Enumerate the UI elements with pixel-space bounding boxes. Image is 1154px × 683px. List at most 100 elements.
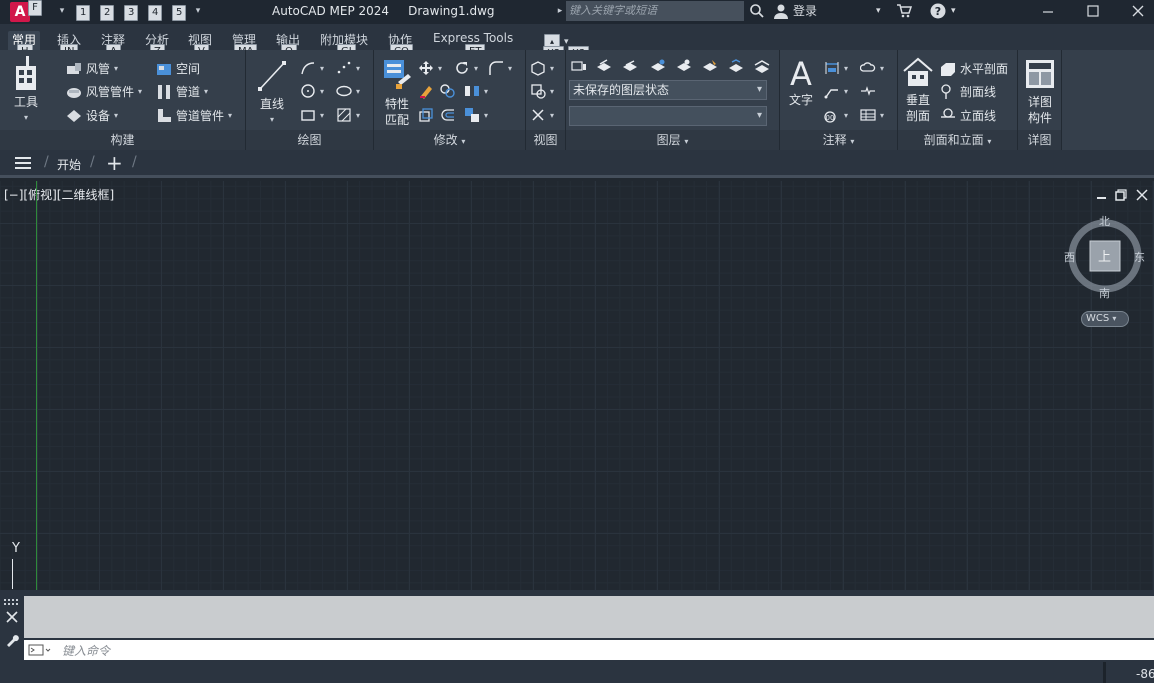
rotate-dropdown-icon[interactable]: ▾: [474, 64, 478, 73]
duct-fitting-button[interactable]: 风管管件 ▾: [66, 83, 142, 100]
rectangle-dropdown-icon[interactable]: ▾: [320, 111, 324, 120]
view-orbit-dropdown-icon[interactable]: ▾: [550, 87, 554, 96]
hatch-button[interactable]: ▾: [336, 107, 360, 123]
hamburger-menu-icon[interactable]: [14, 155, 32, 174]
break-line-button[interactable]: [860, 83, 876, 99]
erase-button[interactable]: [418, 83, 434, 99]
polyline-button[interactable]: ▾: [300, 60, 324, 76]
array-dropdown-icon[interactable]: ▾: [484, 111, 488, 120]
vertical-section-button[interactable]: 垂直 剖面: [900, 56, 936, 124]
viewport-close-icon[interactable]: [1136, 189, 1148, 204]
panel-detail-label[interactable]: 详图: [1018, 130, 1061, 150]
revision-cloud-button[interactable]: ▾: [860, 60, 884, 76]
equipment-dropdown-icon[interactable]: ▾: [114, 111, 118, 120]
equipment-button[interactable]: 设备 ▾: [66, 107, 118, 124]
compass-west[interactable]: 西: [1064, 249, 1075, 265]
scale-button[interactable]: [418, 107, 434, 123]
drawing-canvas[interactable]: [−][俯视][二维线框] 北 南 东 西 上 WCS ▾ Y: [0, 181, 1154, 590]
line-button[interactable]: 直线 ▾: [256, 58, 288, 128]
circle-dropdown-icon[interactable]: ▾: [320, 87, 324, 96]
wrench-icon[interactable]: [5, 633, 19, 647]
point-button[interactable]: ▾: [336, 60, 360, 76]
view-pan-button[interactable]: ▾: [530, 107, 554, 123]
viewport-controls-label[interactable]: [−][俯视][二维线框]: [4, 186, 114, 203]
layer-properties-button[interactable]: [571, 58, 587, 74]
qat-customize-icon[interactable]: ▾: [190, 3, 206, 19]
panel-draw-label[interactable]: 绘图: [246, 130, 373, 150]
circle-button[interactable]: ▾: [300, 83, 324, 99]
layer-tool-7[interactable]: [754, 58, 770, 74]
ellipse-dropdown-icon[interactable]: ▾: [356, 87, 360, 96]
view-box-dropdown-icon[interactable]: ▾: [550, 64, 554, 73]
ellipse-button[interactable]: ▾: [336, 83, 360, 99]
leader-dropdown-icon[interactable]: ▾: [844, 87, 848, 96]
panel-annotation-label[interactable]: 注释 ▾: [780, 130, 897, 150]
layer-tool-3[interactable]: [650, 58, 666, 74]
dimension-button[interactable]: ▾: [824, 60, 848, 76]
tag-dropdown-icon[interactable]: ▾: [844, 111, 848, 120]
offset-button[interactable]: [440, 107, 456, 123]
line-dropdown-icon[interactable]: ▾: [256, 112, 288, 128]
fillet-button[interactable]: ▾: [488, 60, 512, 76]
duct-button[interactable]: 风管 ▾: [66, 60, 118, 77]
compass-east[interactable]: 东: [1134, 249, 1145, 265]
polyline-dropdown-icon[interactable]: ▾: [320, 64, 324, 73]
command-prompt-icon[interactable]: [28, 643, 52, 660]
hatch-dropdown-icon[interactable]: ▾: [356, 111, 360, 120]
tools-dropdown-icon[interactable]: ▾: [6, 110, 46, 126]
compass-south[interactable]: 南: [1099, 285, 1110, 301]
command-close-icon[interactable]: [6, 611, 18, 623]
copy-button[interactable]: [440, 83, 456, 99]
section-line-button[interactable]: 剖面线: [940, 83, 996, 100]
view-box-button[interactable]: ▾: [530, 60, 554, 76]
grip-icon[interactable]: [3, 598, 23, 606]
duct-fitting-dropdown-icon[interactable]: ▾: [138, 87, 142, 96]
table-dropdown-icon[interactable]: ▾: [880, 111, 884, 120]
compass-north[interactable]: 北: [1099, 213, 1110, 229]
layer-tool-6[interactable]: [728, 58, 744, 74]
search-icon[interactable]: [749, 3, 765, 24]
pipe-fitting-dropdown-icon[interactable]: ▾: [228, 111, 232, 120]
dimension-dropdown-icon[interactable]: ▾: [844, 64, 848, 73]
viewcube[interactable]: 北 南 东 西 上 WCS ▾: [1062, 211, 1152, 331]
start-tab[interactable]: 开始: [57, 156, 81, 173]
wcs-dropdown-icon[interactable]: ▾: [1112, 314, 1116, 323]
pipe-fitting-button[interactable]: 管道管件 ▾: [156, 107, 232, 124]
tab-express-tools[interactable]: Express Tools: [433, 31, 513, 45]
viewport-minimize-icon[interactable]: [1096, 189, 1108, 204]
space-button[interactable]: 空间: [156, 60, 200, 77]
layer-tool-5[interactable]: [702, 58, 718, 74]
leader-button[interactable]: ▾: [824, 83, 848, 99]
new-tab-button[interactable]: +: [106, 151, 123, 175]
array-button[interactable]: ▾: [464, 107, 488, 123]
rotate-button[interactable]: ▾: [454, 60, 478, 76]
cart-icon[interactable]: [896, 3, 913, 24]
move-button[interactable]: ▾: [418, 60, 442, 76]
text-button[interactable]: A 文字: [786, 56, 816, 108]
wcs-menu[interactable]: WCS ▾: [1081, 311, 1129, 327]
pipe-dropdown-icon[interactable]: ▾: [204, 87, 208, 96]
qat-dropdown-icon[interactable]: ▾: [54, 3, 70, 19]
mirror-dropdown-icon[interactable]: ▾: [484, 87, 488, 96]
tag-button[interactable]: 00 ▾: [824, 107, 848, 123]
panel-view-label[interactable]: 视图: [526, 130, 565, 150]
revision-cloud-dropdown-icon[interactable]: ▾: [880, 64, 884, 73]
match-properties-button[interactable]: 特性 匹配: [378, 58, 416, 128]
viewport-restore-icon[interactable]: [1115, 189, 1127, 204]
maximize-icon[interactable]: [1086, 3, 1100, 24]
detail-component-button[interactable]: 详图 构件: [1022, 58, 1058, 126]
panel-build-label[interactable]: 构建: [0, 130, 245, 150]
tools-button[interactable]: 工具 ▾: [6, 56, 46, 126]
panel-modify-label[interactable]: 修改 ▾: [374, 130, 525, 150]
pipe-button[interactable]: 管道 ▾: [156, 83, 208, 100]
coordinate-readout[interactable]: -86: [1136, 667, 1154, 681]
panel-section-label[interactable]: 剖面和立面 ▾: [898, 130, 1017, 150]
duct-dropdown-icon[interactable]: ▾: [114, 64, 118, 73]
rectangle-button[interactable]: ▾: [300, 107, 324, 123]
layer-tool-1[interactable]: [596, 58, 612, 74]
point-dropdown-icon[interactable]: ▾: [356, 64, 360, 73]
command-input[interactable]: 键入命令: [62, 642, 110, 659]
layer-tool-4[interactable]: [676, 58, 692, 74]
panel-layers-label[interactable]: 图层 ▾: [566, 130, 779, 150]
view-orbit-button[interactable]: ▾: [530, 83, 554, 99]
